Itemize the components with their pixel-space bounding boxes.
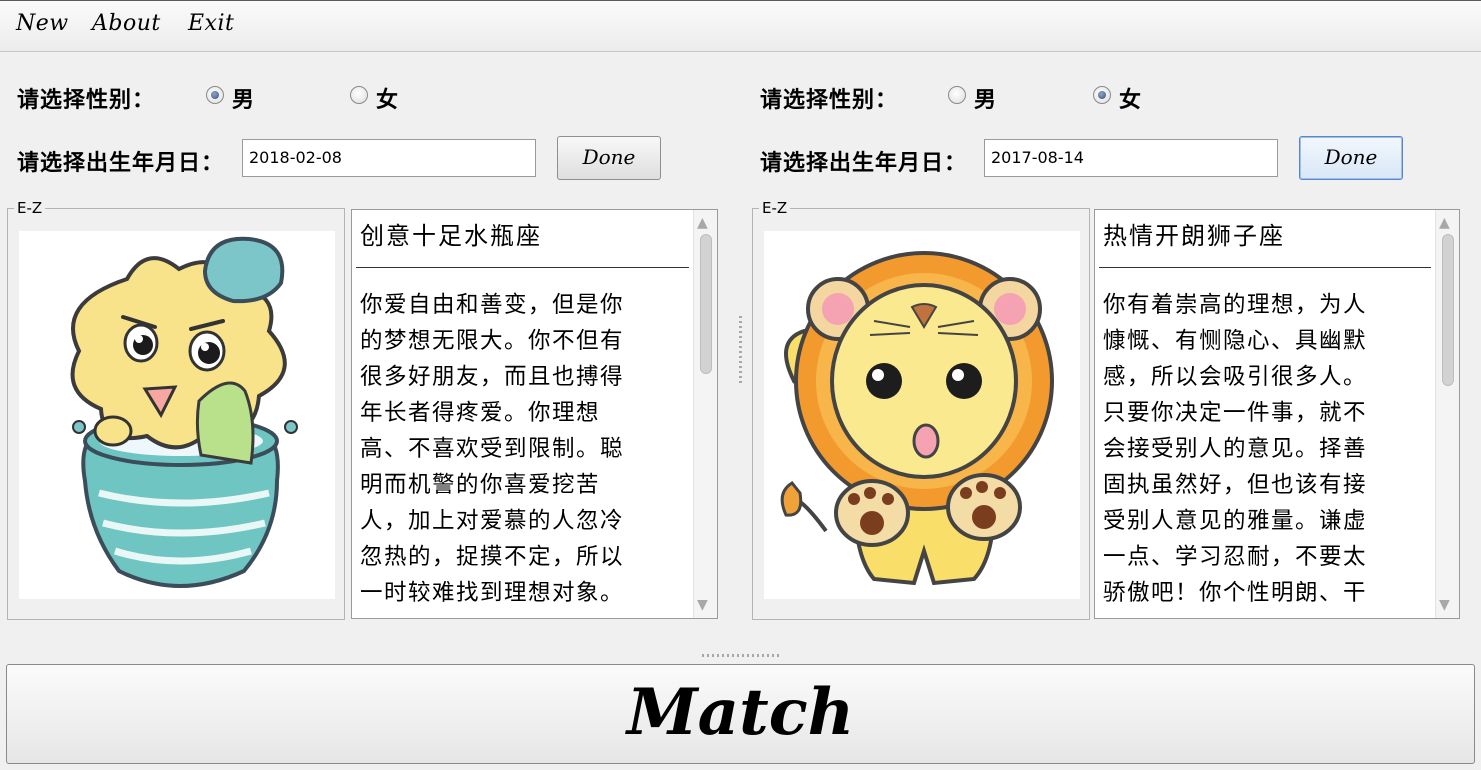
left-sign-title: 创意十足水瓶座 [360, 222, 542, 250]
left-radio-female[interactable]: 女 [350, 82, 410, 113]
right-scrollbar[interactable]: ▲ ▼ [1435, 210, 1459, 618]
radio-male-label: 男 [232, 88, 255, 113]
right-birthdate-input[interactable]: 2017-08-14 [984, 139, 1278, 177]
right-radio-female[interactable]: 女 [1093, 82, 1153, 113]
radio-male[interactable] [948, 86, 966, 104]
left-scrollbar[interactable]: ▲ ▼ [693, 210, 717, 618]
scroll-up-icon[interactable]: ▲ [1439, 216, 1450, 230]
left-group-title: E-Z [14, 199, 46, 217]
menu-exit[interactable]: Exit [188, 11, 234, 36]
right-sign-title: 热情开朗狮子座 [1103, 222, 1285, 250]
left-radio-male[interactable]: 男 [206, 82, 266, 113]
radio-female-label: 女 [376, 88, 399, 113]
leo-image [764, 231, 1080, 599]
radio-male-label: 男 [974, 88, 997, 113]
aquarius-cartoon-icon [70, 236, 298, 588]
left-sign-text: 你爱自由和善变，但是你 的梦想无限大。你不但有 很多好朋友，而且也搏得 年长者得… [360, 292, 625, 606]
scroll-down-icon[interactable]: ▼ [697, 598, 708, 612]
left-birthdate-input[interactable]: 2018-02-08 [242, 139, 536, 177]
left-image-group: E-Z [7, 199, 345, 620]
left-done-button[interactable]: Done [557, 136, 661, 180]
menu-bar: New About Exit [0, 0, 1481, 52]
right-image-group: E-Z [752, 199, 1090, 620]
aquarius-image [19, 231, 335, 599]
divider [356, 267, 689, 268]
radio-male-checked[interactable] [206, 86, 224, 104]
scroll-thumb[interactable] [1442, 234, 1454, 386]
right-radio-male[interactable]: 男 [948, 82, 1008, 113]
vertical-splitter-handle[interactable] [739, 316, 742, 386]
left-birth-label: 请选择出生年月日： [17, 151, 225, 176]
radio-female-label: 女 [1119, 88, 1142, 113]
scroll-up-icon[interactable]: ▲ [697, 216, 708, 230]
right-gender-label: 请选择性别： [760, 88, 899, 113]
scroll-down-icon[interactable]: ▼ [1439, 598, 1450, 612]
scroll-thumb[interactable] [700, 234, 712, 374]
radio-female-checked[interactable] [1093, 86, 1111, 104]
right-sign-text: 你有着崇高的理想，为人 慷慨、有恻隐心、具幽默 感，所以会吸引很多人。 只要你决… [1103, 292, 1368, 606]
leo-cartoon-icon [780, 251, 1054, 586]
horizontal-splitter-handle[interactable] [702, 654, 782, 657]
radio-female[interactable] [350, 86, 368, 104]
menu-new[interactable]: New [16, 11, 69, 36]
divider [1099, 267, 1431, 268]
right-done-button[interactable]: Done [1299, 136, 1403, 180]
menu-about[interactable]: About [92, 11, 161, 36]
left-gender-label: 请选择性别： [17, 88, 156, 113]
right-birth-label: 请选择出生年月日： [760, 151, 968, 176]
right-group-title: E-Z [759, 199, 791, 217]
right-sign-textbox[interactable]: 热情开朗狮子座 你有着崇高的理想，为人 慷慨、有恻隐心、具幽默 感，所以会吸引很… [1094, 209, 1460, 619]
match-button[interactable]: Match [6, 664, 1475, 764]
left-sign-textbox[interactable]: 创意十足水瓶座 你爱自由和善变，但是你 的梦想无限大。你不但有 很多好朋友，而且… [351, 209, 718, 619]
